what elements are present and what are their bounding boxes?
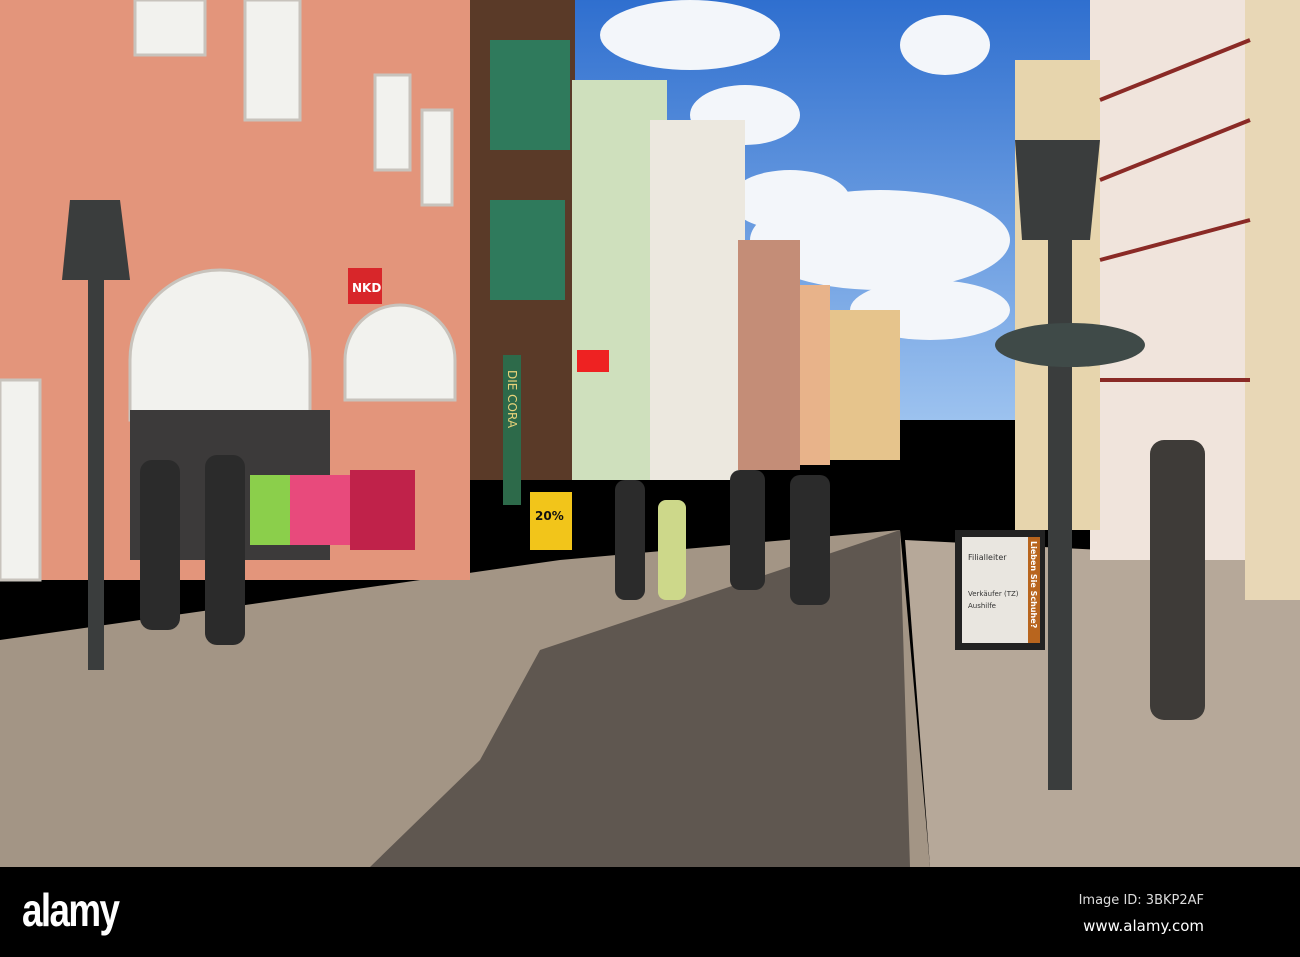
job-board-side-text: Lieben Sie Schuhe?	[1029, 541, 1038, 629]
nkd-sign-text: NKD	[352, 281, 381, 295]
job-board-item: Verkäufer (TZ)	[968, 590, 1019, 598]
site-url[interactable]: www.alamy.com	[1083, 917, 1204, 935]
bay-window-lower	[490, 200, 565, 300]
street-photo: NKD DIE CORA 20% Filialleiter Verkäufer …	[0, 0, 1300, 867]
alamy-logo: alamy	[22, 884, 120, 936]
red-sandstone-building	[738, 240, 800, 470]
job-board: Filialleiter Verkäufer (TZ) Aushilfe Lie…	[955, 530, 1045, 650]
white-building	[650, 120, 745, 480]
distant-building	[800, 285, 830, 465]
watermark-banner: alamy Image ID: 3BKP2AF www.alamy.com	[0, 867, 1300, 957]
awning-text: DIE CORA	[505, 370, 519, 429]
vodafone-sign	[577, 350, 609, 372]
distant-building	[830, 310, 900, 460]
bay-window-upper	[490, 40, 570, 150]
image-id: Image ID: 3BKP2AF	[1078, 893, 1204, 908]
corner-building-right	[1245, 0, 1300, 600]
job-board-item: Filialleiter	[968, 553, 1007, 562]
clothes-rack	[250, 470, 415, 550]
sale-sign-text: 20%	[535, 509, 564, 523]
job-board-item: Aushilfe	[968, 602, 996, 610]
